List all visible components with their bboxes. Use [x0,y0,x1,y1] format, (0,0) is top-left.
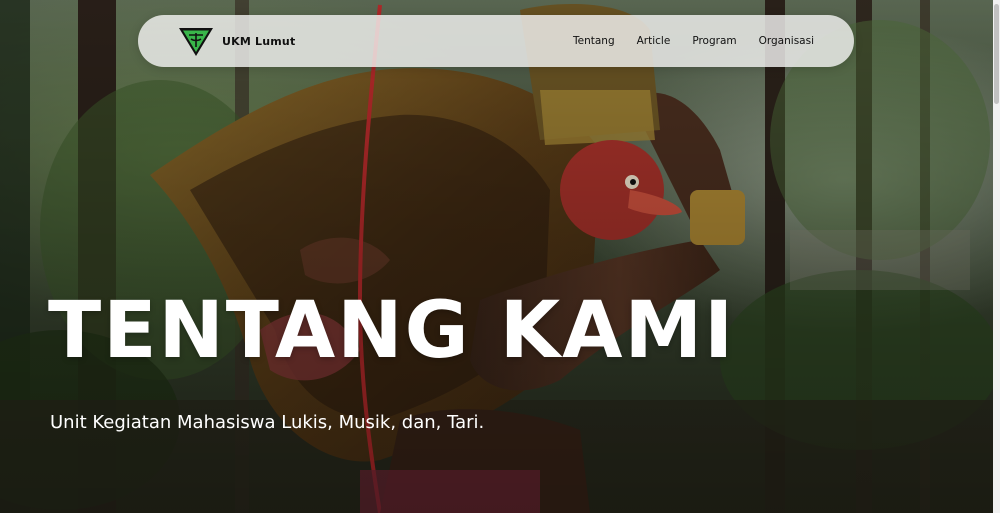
nav-menu: Tentang Article Program Organisasi [573,15,814,67]
scrollbar-thumb[interactable] [994,4,999,104]
brand-name: UKM Lumut [222,34,296,48]
nav-link-tentang[interactable]: Tentang [573,35,615,47]
page-scrollbar[interactable] [993,0,1000,513]
nav-link-article[interactable]: Article [637,35,671,47]
nav-link-organisasi[interactable]: Organisasi [759,35,814,47]
hero-subtitle: Unit Kegiatan Mahasiswa Lukis, Musik, da… [50,412,485,433]
ukm-lumut-logo-icon [179,28,213,56]
hero-section [0,0,993,513]
brand-link[interactable]: UKM Lumut [178,25,295,57]
hero-dark-overlay [0,0,993,513]
hero-title: TENTANG KAMI [48,286,736,376]
top-navbar: UKM Lumut Tentang Article Program Organi… [138,15,854,67]
nav-link-program[interactable]: Program [692,35,736,47]
